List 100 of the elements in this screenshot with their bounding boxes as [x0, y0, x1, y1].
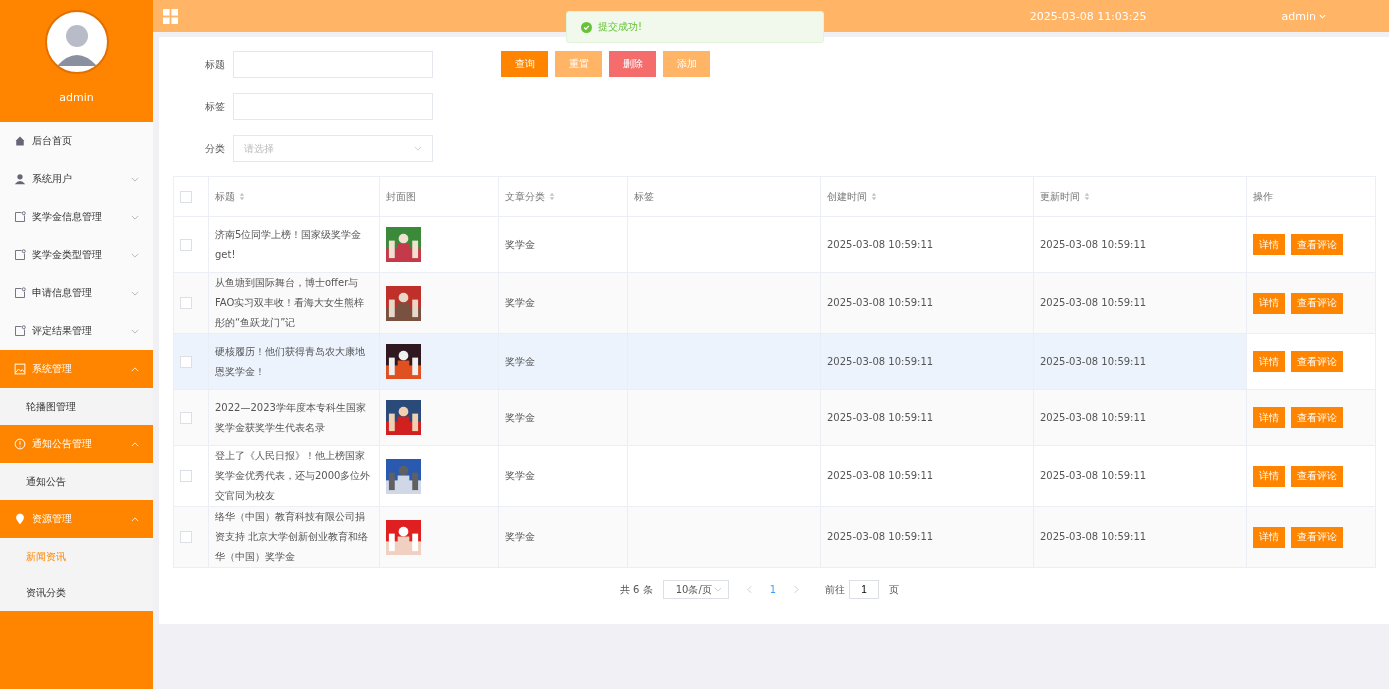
- article-title: 2022—2023学年度本专科生国家奖学金获奖学生代表名录: [215, 400, 367, 435]
- row-action-button[interactable]: 详情: [1253, 407, 1285, 428]
- category-text: 奖学金: [505, 531, 535, 542]
- updated-time: 2025-03-08 10:59:11: [1040, 470, 1147, 481]
- menu-icon: [14, 211, 26, 223]
- filter-label: 标签: [205, 99, 225, 114]
- menu-item[interactable]: 后台首页: [0, 122, 153, 160]
- page-unit: 页: [889, 582, 900, 597]
- menu-icon: [14, 249, 26, 261]
- menu-item[interactable]: 系统管理: [0, 350, 153, 389]
- success-icon: [581, 21, 592, 33]
- chevron-icon: [414, 146, 422, 151]
- row-checkbox[interactable]: [180, 470, 192, 482]
- row-action-button[interactable]: 详情: [1253, 526, 1285, 548]
- column-header: 更新时间: [1040, 189, 1090, 204]
- row-checkbox[interactable]: [180, 297, 192, 309]
- column-header: 创建时间: [827, 189, 877, 204]
- column-header: 文章分类: [505, 189, 555, 204]
- article-title: 登上了《人民日报》！他上榜国家奖学金优秀代表，还与2000多位外交官同为校友: [215, 449, 372, 503]
- row-checkbox[interactable]: [180, 411, 192, 424]
- row-action-button[interactable]: 查看评论: [1291, 407, 1343, 428]
- grid-icon[interactable]: [163, 8, 178, 24]
- sort-icon[interactable]: [549, 192, 555, 201]
- updated-time: 2025-03-08 10:59:11: [1040, 297, 1147, 308]
- column-header: 标题: [215, 189, 245, 204]
- submenu-item[interactable]: 轮播图管理: [0, 389, 153, 425]
- menu-icon: [14, 287, 26, 299]
- page-field[interactable]: 1: [849, 580, 880, 599]
- filter-label: 分类: [205, 141, 225, 156]
- category-text: 奖学金: [505, 238, 535, 250]
- menu-item[interactable]: 资源管理: [0, 500, 153, 539]
- user-name: admin: [59, 91, 94, 104]
- filter-field[interactable]: [233, 51, 433, 78]
- column-header: 标签: [634, 189, 654, 204]
- row-action-button[interactable]: 查看评论: [1291, 351, 1343, 372]
- menu-item[interactable]: 通知公告管理: [0, 425, 153, 464]
- column-header: 封面图: [386, 189, 416, 204]
- updated-time: 2025-03-08 10:59:11: [1040, 238, 1147, 250]
- row-action-button[interactable]: 查看评论: [1291, 526, 1343, 548]
- updated-time: 2025-03-08 10:59:11: [1040, 411, 1147, 423]
- select-all-checkbox[interactable]: [180, 190, 192, 203]
- sort-icon[interactable]: [1084, 192, 1090, 201]
- goto-label: 前往: [825, 582, 846, 597]
- row-checkbox[interactable]: [180, 355, 192, 368]
- row-action-button[interactable]: 详情: [1253, 292, 1285, 314]
- article-title: 硬核履历！他们获得青岛农大康地恩奖学金！: [215, 344, 366, 379]
- row-action-button[interactable]: 查看评论: [1291, 292, 1343, 314]
- sort-icon[interactable]: [871, 192, 877, 201]
- menu-icon: [14, 135, 26, 147]
- menu-item[interactable]: 评定结果管理: [0, 312, 153, 350]
- row-action-button[interactable]: 详情: [1253, 351, 1285, 372]
- menu-icon: [14, 325, 26, 337]
- user-menu[interactable]: admin: [1281, 9, 1326, 23]
- row-action-button[interactable]: 查看评论: [1291, 465, 1343, 487]
- article-title: 络华（中国）教育科技有限公司捐资支持 北京大学创新创业教育和络华（中国）奖学金: [215, 510, 370, 564]
- filter-field[interactable]: [233, 93, 433, 120]
- menu-icon: [14, 363, 26, 375]
- row-action-button[interactable]: 详情: [1253, 234, 1285, 255]
- submenu-item[interactable]: 新闻资讯: [0, 539, 153, 575]
- menu-item[interactable]: 奖学金信息管理: [0, 198, 153, 236]
- caret-icon: [1319, 13, 1326, 19]
- menu-icon: [14, 438, 26, 450]
- row-checkbox[interactable]: [180, 238, 192, 251]
- total-count: 共 6 条: [619, 582, 653, 597]
- date-time: 2025-03-08 11:03:25: [1029, 9, 1147, 23]
- article-title: 从鱼塘到国际舞台，博士offer与FAO实习双丰收！看海大女生熊梓彤的“鱼跃龙门”记: [215, 276, 366, 330]
- action-button[interactable]: 查询: [501, 51, 548, 77]
- next-page-icon[interactable]: [794, 585, 800, 594]
- submenu-item[interactable]: 资讯分类: [0, 575, 153, 611]
- row-action-button[interactable]: 详情: [1253, 465, 1285, 487]
- action-button[interactable]: 添加: [663, 51, 710, 77]
- filter-label: 标题: [205, 57, 225, 72]
- column-header: 操作: [1253, 189, 1273, 204]
- category-text: 奖学金: [505, 470, 535, 481]
- page-number[interactable]: 1: [769, 584, 777, 595]
- menu-item[interactable]: 申请信息管理: [0, 274, 153, 312]
- updated-time: 2025-03-08 10:59:11: [1040, 355, 1147, 367]
- select-field[interactable]: 请选择: [233, 135, 433, 162]
- menu-item[interactable]: 奖学金类型管理: [0, 236, 153, 274]
- category-text: 奖学金: [505, 355, 535, 367]
- avatar-icon: [44, 10, 109, 74]
- action-button[interactable]: 删除: [609, 51, 656, 77]
- menu-icon: [14, 173, 26, 185]
- created-time: 2025-03-08 10:59:11: [827, 411, 934, 423]
- menu-icon: [14, 513, 26, 525]
- row-action-button[interactable]: 查看评论: [1291, 234, 1343, 255]
- row-checkbox[interactable]: [180, 531, 192, 543]
- updated-time: 2025-03-08 10:59:11: [1040, 531, 1147, 542]
- created-time: 2025-03-08 10:59:11: [827, 238, 934, 250]
- menu-item[interactable]: 系统用户: [0, 160, 153, 198]
- created-time: 2025-03-08 10:59:11: [827, 470, 934, 481]
- sort-icon[interactable]: [239, 192, 245, 201]
- previous-page-icon[interactable]: [746, 585, 752, 594]
- category-text: 奖学金: [505, 297, 535, 308]
- action-button[interactable]: 重置: [555, 51, 602, 77]
- toast-message: 提交成功!: [598, 20, 642, 34]
- page-size-select[interactable]: 10条/页: [662, 580, 729, 599]
- submenu-item[interactable]: 通知公告: [0, 464, 153, 500]
- created-time: 2025-03-08 10:59:11: [827, 297, 934, 308]
- chevron-icon: [713, 587, 722, 592]
